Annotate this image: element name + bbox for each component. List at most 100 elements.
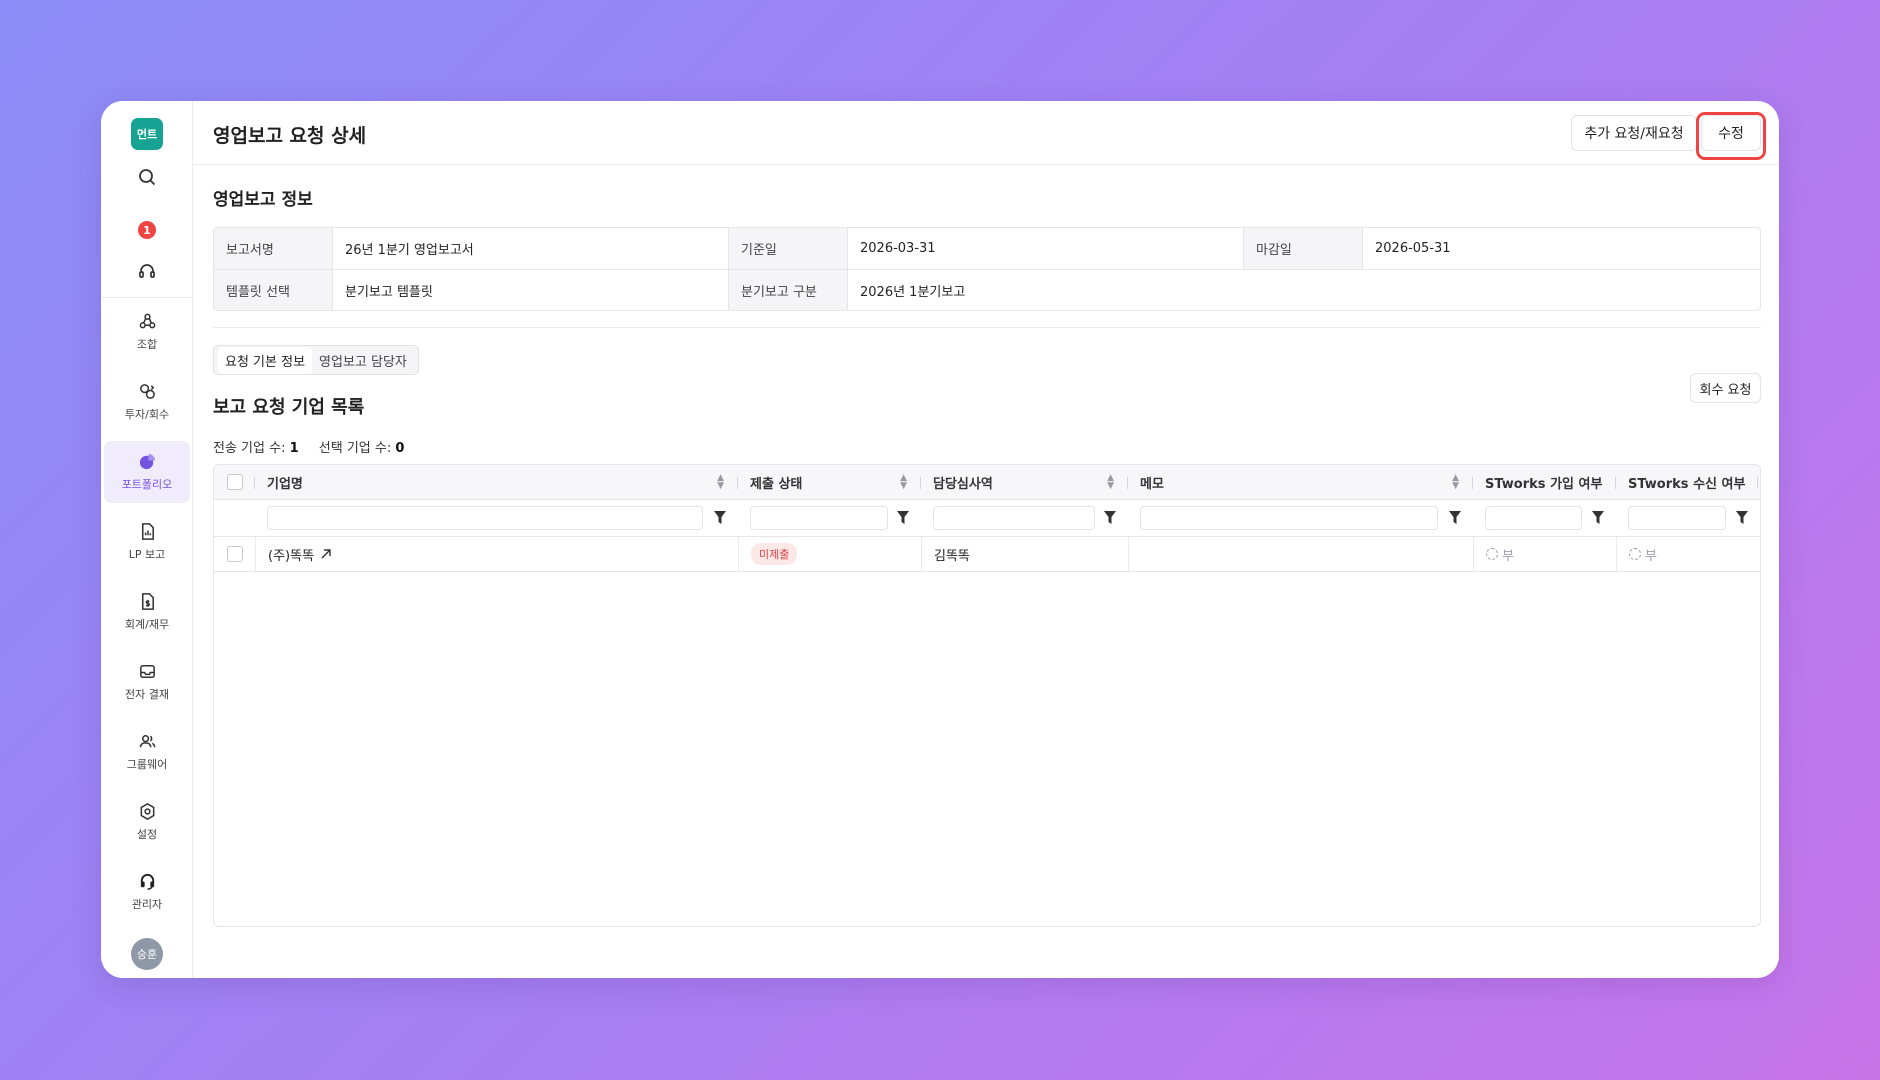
filter-icon[interactable] <box>1449 511 1461 524</box>
page-title: 영업보고 요청 상세 <box>213 125 367 147</box>
filter-input[interactable] <box>1628 506 1726 530</box>
sidebar-item-investment[interactable]: 투자/회수 <box>104 371 190 433</box>
search-icon[interactable] <box>137 167 157 187</box>
sort-icon[interactable]: ▲ ▼ <box>1107 474 1114 491</box>
sidebar-item-settings[interactable]: 설정 <box>104 791 190 853</box>
report-icon <box>141 523 154 540</box>
filter-input[interactable] <box>750 506 888 530</box>
base-date-label: 기준일 <box>729 228 848 269</box>
investment-icon <box>139 384 155 399</box>
row-checkbox[interactable] <box>226 546 243 562</box>
filter-icon[interactable] <box>1104 511 1116 524</box>
filter-input[interactable] <box>933 506 1095 530</box>
extra-request-button[interactable]: 추가 요청/재요청 <box>1571 115 1697 151</box>
pending-icon <box>1486 548 1498 560</box>
due-date-label: 마감일 <box>1244 228 1363 269</box>
selected-count: 0 <box>395 441 405 456</box>
company-table: 기업명 ▲ ▼ 제출 상태 ▲ ▼ 담당심사역 ▲ ▼ 메모 ▲ ▼ STworks 가입 여부… <box>213 464 1761 927</box>
company-name-cell: (주)똑똑 <box>255 537 738 571</box>
sidebar-divider <box>101 297 193 298</box>
tab-report-managers[interactable]: 영업보고 담당자 <box>312 347 414 374</box>
support-agent-icon <box>140 873 154 890</box>
sidebar-item-fund[interactable]: 조합 <box>104 301 190 363</box>
company-name-link[interactable]: (주)똑똑 <box>268 545 314 564</box>
sidebar-item-label: LP 보고 <box>128 548 166 561</box>
report-name-label: 보고서명 <box>214 228 333 269</box>
avatar[interactable]: 승훈 <box>131 938 163 970</box>
filter-company-name <box>255 500 738 536</box>
select-all-checkbox[interactable] <box>226 474 243 490</box>
filter-input[interactable] <box>267 506 703 530</box>
filter-stworks-receive <box>1616 500 1760 536</box>
sort-icon[interactable]: ▲ ▼ <box>900 474 907 491</box>
fund-icon <box>139 313 155 329</box>
memo-cell <box>1128 537 1473 571</box>
filter-icon[interactable] <box>897 511 909 524</box>
column-memo[interactable]: 메모 ▲ ▼ <box>1128 465 1473 499</box>
sidebar-item-label: 그룹웨어 <box>126 758 168 771</box>
tab-request-info[interactable]: 요청 기본 정보 <box>218 346 313 374</box>
sidebar-item-accounting[interactable]: 회계/재무 <box>104 581 190 643</box>
sidebar-item-portfolio[interactable]: 포트폴리오 <box>104 441 190 503</box>
sidebar-item-label: 조합 <box>136 338 158 351</box>
stworks-join-cell: 부 <box>1473 537 1616 571</box>
stworks-receive-text: 부 <box>1645 548 1657 564</box>
template-label: 템플릿 선택 <box>214 270 333 310</box>
column-label: 제출 상태 <box>750 476 803 492</box>
info-row: 템플릿 선택 분기보고 템플릿 분기보고 구분 2026년 1분기보고 <box>214 269 1760 310</box>
column-owner[interactable]: 담당심사역 ▲ ▼ <box>921 465 1128 499</box>
sent-count-label: 전송 기업 수: <box>213 441 286 456</box>
selected-count-label: 선택 기업 수: <box>318 441 392 456</box>
notification-badge[interactable]: 1 <box>138 221 156 239</box>
app-window: 먼트 1 조합 투자/회수 포트폴리오 LP 보고 회계/재무 전자 결재 그룹… <box>101 101 1779 978</box>
column-stworks-join[interactable]: STworks 가입 여부 <box>1473 465 1616 499</box>
company-counts: 전송 기업 수: 1 선택 기업 수: 0 <box>213 437 420 456</box>
app-logo[interactable]: 먼트 <box>131 118 163 150</box>
submit-status-cell: 미제출 <box>738 537 921 571</box>
column-label: STworks 수신 여부 <box>1628 476 1746 492</box>
filter-input[interactable] <box>1485 506 1582 530</box>
sort-icon[interactable]: ▲ ▼ <box>717 474 724 491</box>
company-list-title: 보고 요청 기업 목록 <box>213 397 365 418</box>
pie-chart-icon <box>139 453 155 470</box>
external-link-icon[interactable] <box>320 548 332 560</box>
edit-button[interactable]: 수정 <box>1701 115 1761 151</box>
sidebar-item-label: 설정 <box>136 828 158 841</box>
headset-icon[interactable] <box>137 261 157 281</box>
collect-request-button[interactable]: 회수 요청 <box>1690 373 1761 403</box>
filter-icon[interactable] <box>714 511 726 524</box>
filter-memo <box>1128 500 1473 536</box>
sidebar-item-label: 투자/회수 <box>124 408 170 421</box>
sidebar-item-approval[interactable]: 전자 결재 <box>104 651 190 713</box>
sidebar-item-lp-report[interactable]: LP 보고 <box>104 511 190 573</box>
column-company-name[interactable]: 기업명 ▲ ▼ <box>255 465 738 499</box>
quarter-value: 2026년 1분기보고 <box>860 284 966 300</box>
stworks-join-text: 부 <box>1502 548 1514 564</box>
header-divider <box>193 164 1779 165</box>
table-row[interactable]: (주)똑똑 미제출 김똑똑 부 부 <box>214 537 1760 572</box>
stworks-receive-cell: 부 <box>1616 537 1760 571</box>
column-label: STworks 가입 여부 <box>1485 476 1603 492</box>
section-divider <box>213 327 1761 328</box>
column-label: 기업명 <box>267 476 303 492</box>
main-content: 영업보고 요청 상세 추가 요청/재요청 수정 영업보고 정보 보고서명 26년… <box>193 101 1779 978</box>
sidebar-item-label: 포트폴리오 <box>121 478 173 491</box>
column-stworks-receive[interactable]: STworks 수신 여부 <box>1616 465 1760 499</box>
sidebar-item-groupware[interactable]: 그룹웨어 <box>104 721 190 783</box>
filter-input[interactable] <box>1140 506 1438 530</box>
row-select-cell <box>214 537 255 571</box>
status-badge: 미제출 <box>751 543 798 565</box>
due-date-value: 2026-05-31 <box>1375 241 1451 256</box>
sidebar-item-admin[interactable]: 관리자 <box>104 861 190 923</box>
filter-icon[interactable] <box>1736 511 1748 524</box>
report-name-value: 26년 1분기 영업보고서 <box>333 228 729 269</box>
quarter-label: 분기보고 구분 <box>729 270 848 310</box>
sidebar: 먼트 1 조합 투자/회수 포트폴리오 LP 보고 회계/재무 전자 결재 그룹… <box>101 101 193 978</box>
column-submit-status[interactable]: 제출 상태 ▲ ▼ <box>738 465 921 499</box>
sort-icon[interactable]: ▲ ▼ <box>1452 474 1459 491</box>
filter-icon[interactable] <box>1592 511 1604 524</box>
table-header: 기업명 ▲ ▼ 제출 상태 ▲ ▼ 담당심사역 ▲ ▼ 메모 ▲ ▼ STworks 가입 여부… <box>214 465 1760 500</box>
owner-cell: 김똑똑 <box>921 537 1128 571</box>
sidebar-item-label: 전자 결재 <box>125 688 169 701</box>
select-all-cell <box>214 465 255 499</box>
